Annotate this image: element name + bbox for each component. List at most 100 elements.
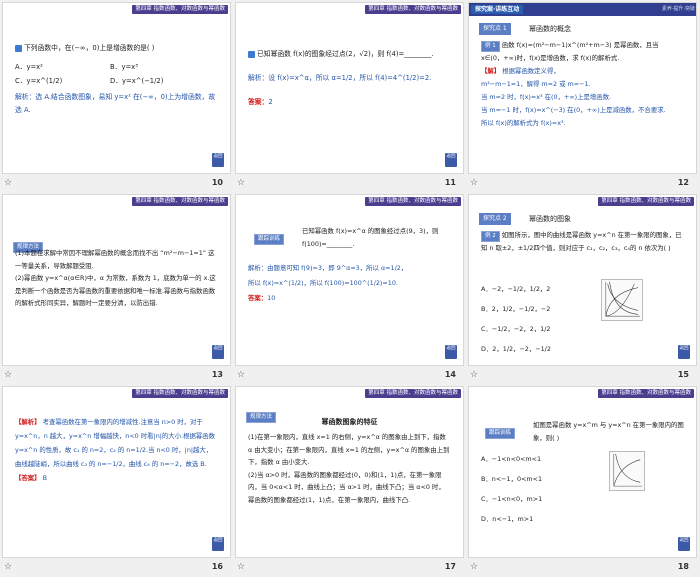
solution-line: 当 m=2 时，f(x)=x³ 在(0，+∞)上是增函数. <box>481 93 612 101</box>
slide-canvas: 第四章 指数函数、对数函数与幂函数 跟踪训练 如图是幂函数 y=x^m 与 y=… <box>468 386 697 558</box>
option-d: D．2，1/2，−2，−1/2 <box>481 345 551 353</box>
option-b: B．y=x³ <box>110 63 138 71</box>
return-button[interactable]: 返回 <box>445 153 457 167</box>
slide-thumbnail-12[interactable]: 探究案·讲练互动 素养·提升·突破 探究点 1 幂函数的概念 例 1 函数 f(… <box>466 0 699 192</box>
solution-tag: 【解析】 <box>15 418 41 426</box>
answer-value: 2 <box>268 98 273 106</box>
method-text: (2)当 α>0 时，幂函数的图象都经过(0，0)和(1，1)点，在第一象限内，… <box>248 470 445 504</box>
slide-thumbnail-10[interactable]: 第四章 指数函数、对数函数与幂函数 下列函数中，在(−∞，0)上是增函数的是( … <box>0 0 233 192</box>
star-icon[interactable]: ☆ <box>470 176 478 190</box>
banner-subtitle: 素养·提升·突破 <box>661 6 695 12</box>
slide-thumbnail-15[interactable]: 第四章 指数函数、对数函数与幂函数 探究点 2 幂函数的图象 例 2 如图所示，… <box>466 192 699 384</box>
star-icon[interactable]: ☆ <box>237 560 245 574</box>
example-tag: 例 1 <box>481 41 500 52</box>
slide-canvas: 第四章 指数函数、对数函数与幂函数 已知幂函数 f(x)的图象经过点(2，√2)… <box>235 2 464 174</box>
method-text: (1)在第一象限内，直线 x=1 的右侧，y=x^α 的图象由上到下，指数 α … <box>248 433 450 466</box>
example-tag: 例 2 <box>481 231 500 242</box>
slide-number: 10 <box>211 178 223 187</box>
slide-canvas: 第四章 指数函数、对数函数与幂函数 跟踪训练 已知幂函数 f(x)=x^α 的图… <box>235 194 464 366</box>
chapter-header: 第四章 指数函数、对数函数与幂函数 <box>132 5 228 14</box>
chapter-header: 第四章 指数函数、对数函数与幂函数 <box>365 197 461 206</box>
answer-value: 10 <box>267 294 276 302</box>
solution-line: 当 m=−1 时，f(x)=x^(−3) 在(0，+∞)上是减函数，不合要求. <box>481 106 666 114</box>
star-icon[interactable]: ☆ <box>237 176 245 190</box>
banner-title: 探究案·讲练互动 <box>471 5 524 14</box>
slide-thumbnail-17[interactable]: 第四章 指数函数、对数函数与幂函数 规律方法 幂函数图象的特征 (1)在第一象限… <box>233 384 466 576</box>
option-c: C．−1/2，−2，2，1/2 <box>481 325 551 333</box>
slide-number: 18 <box>677 562 689 571</box>
solution-text: 解析：设 f(x)=x^α，所以 α=1/2，所以 f(4)=4^(1/2)=2… <box>248 74 432 82</box>
section-title: 幂函数的概念 <box>529 25 571 33</box>
return-button[interactable]: 返回 <box>212 537 224 551</box>
star-icon[interactable]: ☆ <box>4 176 12 190</box>
chapter-header: 第四章 指数函数、对数函数与幂函数 <box>365 5 461 14</box>
star-icon[interactable]: ☆ <box>4 560 12 574</box>
solution-line: 所以 f(x)的解析式为 f(x)=x³. <box>481 119 566 127</box>
power-function-graph <box>609 451 645 491</box>
option-d: D．y=x^(−1/2) <box>110 77 164 85</box>
method-text: (2)幂函数 y=x^α(α∈R)中，α 为常数，系数为 1，底数为单一的 x.… <box>15 274 216 307</box>
slide-thumbnail-16[interactable]: 第四章 指数函数、对数函数与幂函数 【解析】 考查幂函数在第一象限内的增减性.注… <box>0 384 233 576</box>
star-icon[interactable]: ☆ <box>237 368 245 382</box>
answer-value: B <box>42 474 47 482</box>
slide-canvas: 第四章 指数函数、对数函数与幂函数 规律方法 (1)本题在求解中常因不理解幂函数… <box>2 194 231 366</box>
solution-text: 解析：选 A.结合函数图象，易知 y=x² 在(−∞，0)上为增函数，故选 A. <box>15 93 216 114</box>
star-icon[interactable]: ☆ <box>470 368 478 382</box>
option-b: B．2，1/2，−1/2，−2 <box>481 305 551 313</box>
slide-sorter-grid: 第四章 指数函数、对数函数与幂函数 下列函数中，在(−∞，0)上是增函数的是( … <box>0 0 700 577</box>
slide-thumbnail-14[interactable]: 第四章 指数函数、对数函数与幂函数 跟踪训练 已知幂函数 f(x)=x^α 的图… <box>233 192 466 384</box>
slide-thumbnail-11[interactable]: 第四章 指数函数、对数函数与幂函数 已知幂函数 f(x)的图象经过点(2，√2)… <box>233 0 466 192</box>
example-text: 如图所示，图中的曲线是幂函数 y=x^n 在第一象限的图象，已知 n 取±2，±… <box>481 231 682 252</box>
question-text: 已知幂函数 f(x)的图象经过点(2，√2)，则 f(4)=________. <box>248 47 451 61</box>
answer-label: 答案： <box>248 98 269 106</box>
answer-tag: 【答案】 <box>15 474 41 482</box>
option-c: C．y=x^(1/2) <box>15 77 63 85</box>
chapter-header: 第四章 指数函数、对数函数与幂函数 <box>132 197 228 206</box>
solution-text: 所以 f(x)=x^(1/2)，所以 f(100)=100^(1/2)=10. <box>248 279 398 287</box>
question-text: 已知幂函数 f(x)=x^α 的图象经过点(9，3)，则 f(100)=____… <box>302 227 439 248</box>
option-a: A．y=x² <box>15 63 43 71</box>
answer-label: 答案： <box>248 294 268 302</box>
question-text: 下列函数中，在(−∞，0)上是增函数的是( ) <box>15 41 218 55</box>
slide-canvas: 第四章 指数函数、对数函数与幂函数 下列函数中，在(−∞，0)上是增函数的是( … <box>2 2 231 174</box>
chapter-header: 第四章 指数函数、对数函数与幂函数 <box>365 389 461 398</box>
star-icon[interactable]: ☆ <box>470 560 478 574</box>
return-button[interactable]: 返回 <box>212 153 224 167</box>
slide-canvas: 第四章 指数函数、对数函数与幂函数 探究点 2 幂函数的图象 例 2 如图所示，… <box>468 194 697 366</box>
section-banner: 探究案·讲练互动 素养·提升·突破 <box>469 3 696 16</box>
slide-number: 11 <box>444 178 456 187</box>
chapter-header: 第四章 指数函数、对数函数与幂函数 <box>598 197 694 206</box>
slide-canvas: 第四章 指数函数、对数函数与幂函数 规律方法 幂函数图象的特征 (1)在第一象限… <box>235 386 464 558</box>
slide-thumbnail-13[interactable]: 第四章 指数函数、对数函数与幂函数 规律方法 (1)本题在求解中常因不理解幂函数… <box>0 192 233 384</box>
practice-label: 跟踪训练 <box>254 234 285 245</box>
star-icon[interactable]: ☆ <box>4 368 12 382</box>
question-text: 如图是幂函数 y=x^m 与 y=x^n 在第一象限内的图象，则( ) <box>533 421 684 442</box>
method-title: 幂函数图象的特征 <box>321 418 378 426</box>
return-button[interactable]: 返回 <box>212 345 224 359</box>
slide-canvas: 探究案·讲练互动 素养·提升·突破 探究点 1 幂函数的概念 例 1 函数 f(… <box>468 2 697 174</box>
solution-text: 解析：由题意可知 f(9)=3，即 9^α=3，所以 α=1/2， <box>248 264 408 272</box>
option-c: C．−1<n<0，m>1 <box>481 495 543 503</box>
option-a: A．−1<n<0<m<1 <box>481 455 542 463</box>
return-button[interactable]: 返回 <box>678 345 690 359</box>
solution-text: 考查幂函数在第一象限内的增减性.注意当 n>0 时，对于 y=x^n，n 越大，… <box>15 418 216 468</box>
slide-number: 13 <box>211 370 223 379</box>
method-text: (1)本题在求解中常因不理解幂函数的概念而找不出 “m²−m−1=1” 这一等量… <box>15 249 215 270</box>
practice-label: 跟踪训练 <box>485 428 516 439</box>
power-function-graph <box>601 279 643 321</box>
example-text: 函数 f(x)=(m²−m−1)x^(m²+m−3) 是幂函数，且当 x∈(0，… <box>481 41 659 62</box>
slide-thumbnail-18[interactable]: 第四章 指数函数、对数函数与幂函数 跟踪训练 如图是幂函数 y=x^m 与 y=… <box>466 384 699 576</box>
slide-number: 12 <box>677 178 689 187</box>
return-button[interactable]: 返回 <box>678 537 690 551</box>
solution-line: m²−m−1=1，解得 m=2 或 m=−1. <box>481 80 591 88</box>
section-label: 探究点 2 <box>479 213 511 225</box>
slide-number: 16 <box>211 562 223 571</box>
solution-tag: 【解】 <box>481 67 501 75</box>
chapter-header: 第四章 指数函数、对数函数与幂函数 <box>132 389 228 398</box>
slide-canvas: 第四章 指数函数、对数函数与幂函数 【解析】 考查幂函数在第一象限内的增减性.注… <box>2 386 231 558</box>
slide-number: 15 <box>677 370 689 379</box>
chapter-header: 第四章 指数函数、对数函数与幂函数 <box>598 389 694 398</box>
section-title: 幂函数的图象 <box>529 215 571 223</box>
slide-number: 14 <box>444 370 456 379</box>
return-button[interactable]: 返回 <box>445 345 457 359</box>
